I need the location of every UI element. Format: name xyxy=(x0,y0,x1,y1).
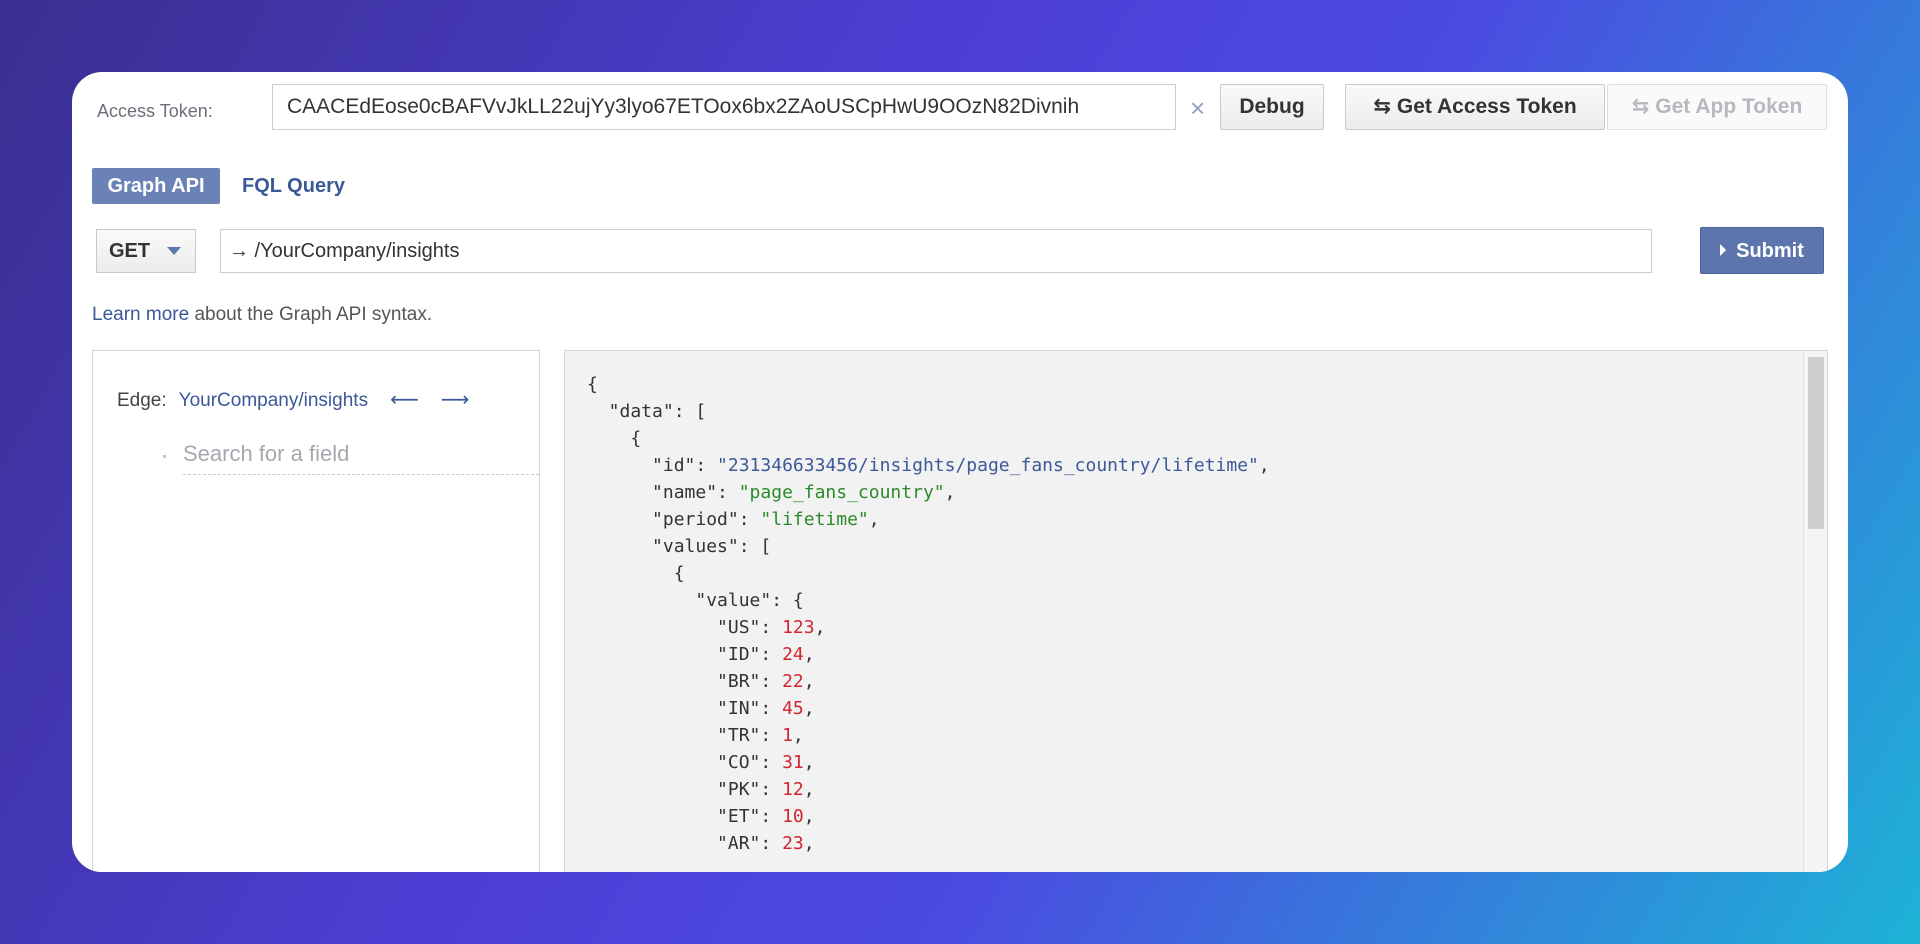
graph-explorer-card: Access Token: CAACEdEose0cBAFVvJkLL22ujY… xyxy=(72,72,1848,872)
access-token-label: Access Token: xyxy=(97,101,213,121)
submit-label: Submit xyxy=(1736,240,1804,262)
tab-fql-query[interactable]: FQL Query xyxy=(242,168,345,204)
field-panel: Edge: YourCompany/insights ⟵ ⟶ Search for a… xyxy=(92,350,540,872)
country-value-row: "BR": 22, xyxy=(587,671,815,692)
edge-link[interactable]: YourCompany/insights xyxy=(179,390,368,411)
swap-icon: ⇆ xyxy=(1631,95,1650,118)
country-count: 12 xyxy=(782,779,804,800)
http-method-select[interactable]: GET xyxy=(96,229,196,273)
forward-arrow-icon[interactable]: ⟶ xyxy=(441,389,470,411)
field-search-input[interactable]: Search for a field xyxy=(183,439,539,475)
country-count: 31 xyxy=(782,752,804,773)
clear-icon[interactable]: × xyxy=(1190,93,1205,124)
learn-more-link[interactable]: Learn more xyxy=(92,304,189,325)
value-lines: "US": 123, "ID": 24, "BR": 22, "IN": 45,… xyxy=(587,617,825,854)
response-id: "231346633456/insights/page_fans_country… xyxy=(717,455,1259,476)
country-code: "BR": xyxy=(587,671,783,692)
country-count: 45 xyxy=(782,698,804,719)
bullet-icon xyxy=(163,455,166,458)
edge-row: Edge: YourCompany/insights ⟵ ⟶ xyxy=(117,387,469,412)
play-icon xyxy=(1720,244,1727,256)
country-count: 23 xyxy=(782,833,804,854)
country-value-row: "CO": 31, xyxy=(587,752,815,773)
country-value-row: "IN": 45, xyxy=(587,698,815,719)
country-code: "IN": xyxy=(587,698,783,719)
country-count: 22 xyxy=(782,671,804,692)
debug-button[interactable]: Debug xyxy=(1220,84,1324,130)
get-app-token-label: Get App Token xyxy=(1655,95,1803,118)
response-panel: { "data": [ { "id": "231346633456/insigh… xyxy=(564,350,1828,872)
country-value-row: "TR": 1, xyxy=(587,725,804,746)
response-period: "lifetime" xyxy=(760,509,869,530)
access-token-row: Access Token: CAACEdEose0cBAFVvJkLL22ujY… xyxy=(97,84,1828,134)
country-code: "PK": xyxy=(587,779,783,800)
learn-more-rest: about the Graph API syntax. xyxy=(189,304,433,325)
country-value-row: "AR": 23, xyxy=(587,833,815,854)
country-count: 24 xyxy=(782,644,804,665)
scrollbar-thumb[interactable] xyxy=(1808,357,1824,529)
tab-graph-api[interactable]: Graph API xyxy=(92,168,220,204)
get-access-token-label: Get Access Token xyxy=(1396,95,1577,118)
country-code: "ID": xyxy=(587,644,783,665)
country-count: 123 xyxy=(782,617,815,638)
country-count: 10 xyxy=(782,806,804,827)
country-value-row: "PK": 12, xyxy=(587,779,815,800)
chevron-down-icon xyxy=(167,247,181,255)
country-value-row: "US": 123, xyxy=(587,617,826,638)
submit-button[interactable]: Submit xyxy=(1700,227,1824,274)
country-code: "ET": xyxy=(587,806,783,827)
http-method-value: GET xyxy=(109,240,151,262)
get-app-token-button[interactable]: ⇆ Get App Token xyxy=(1607,84,1827,130)
country-code: "AR": xyxy=(587,833,783,854)
country-value-row: "ID": 24, xyxy=(587,644,815,665)
access-token-input[interactable]: CAACEdEose0cBAFVvJkLL22ujYy3lyo67ETOox6b… xyxy=(272,84,1176,130)
response-scrollbar[interactable] xyxy=(1803,351,1827,872)
edge-label: Edge: xyxy=(117,390,167,411)
response-name: "page_fans_country" xyxy=(738,482,945,503)
country-code: "TR": xyxy=(587,725,783,746)
json-response: { "data": [ { "id": "231346633456/insigh… xyxy=(587,374,1270,854)
country-code: "CO": xyxy=(587,752,783,773)
country-code: "US": xyxy=(587,617,783,638)
country-value-row: "ET": 10, xyxy=(587,806,815,827)
swap-icon: ⇆ xyxy=(1373,95,1391,118)
graph-path-input[interactable]: → /YourCompany/insights xyxy=(220,229,1652,273)
get-access-token-button[interactable]: ⇆ Get Access Token xyxy=(1345,84,1605,130)
country-count: 1 xyxy=(782,725,793,746)
learn-more-text: Learn more about the Graph API syntax. xyxy=(92,304,432,326)
back-arrow-icon[interactable]: ⟵ xyxy=(390,389,419,411)
